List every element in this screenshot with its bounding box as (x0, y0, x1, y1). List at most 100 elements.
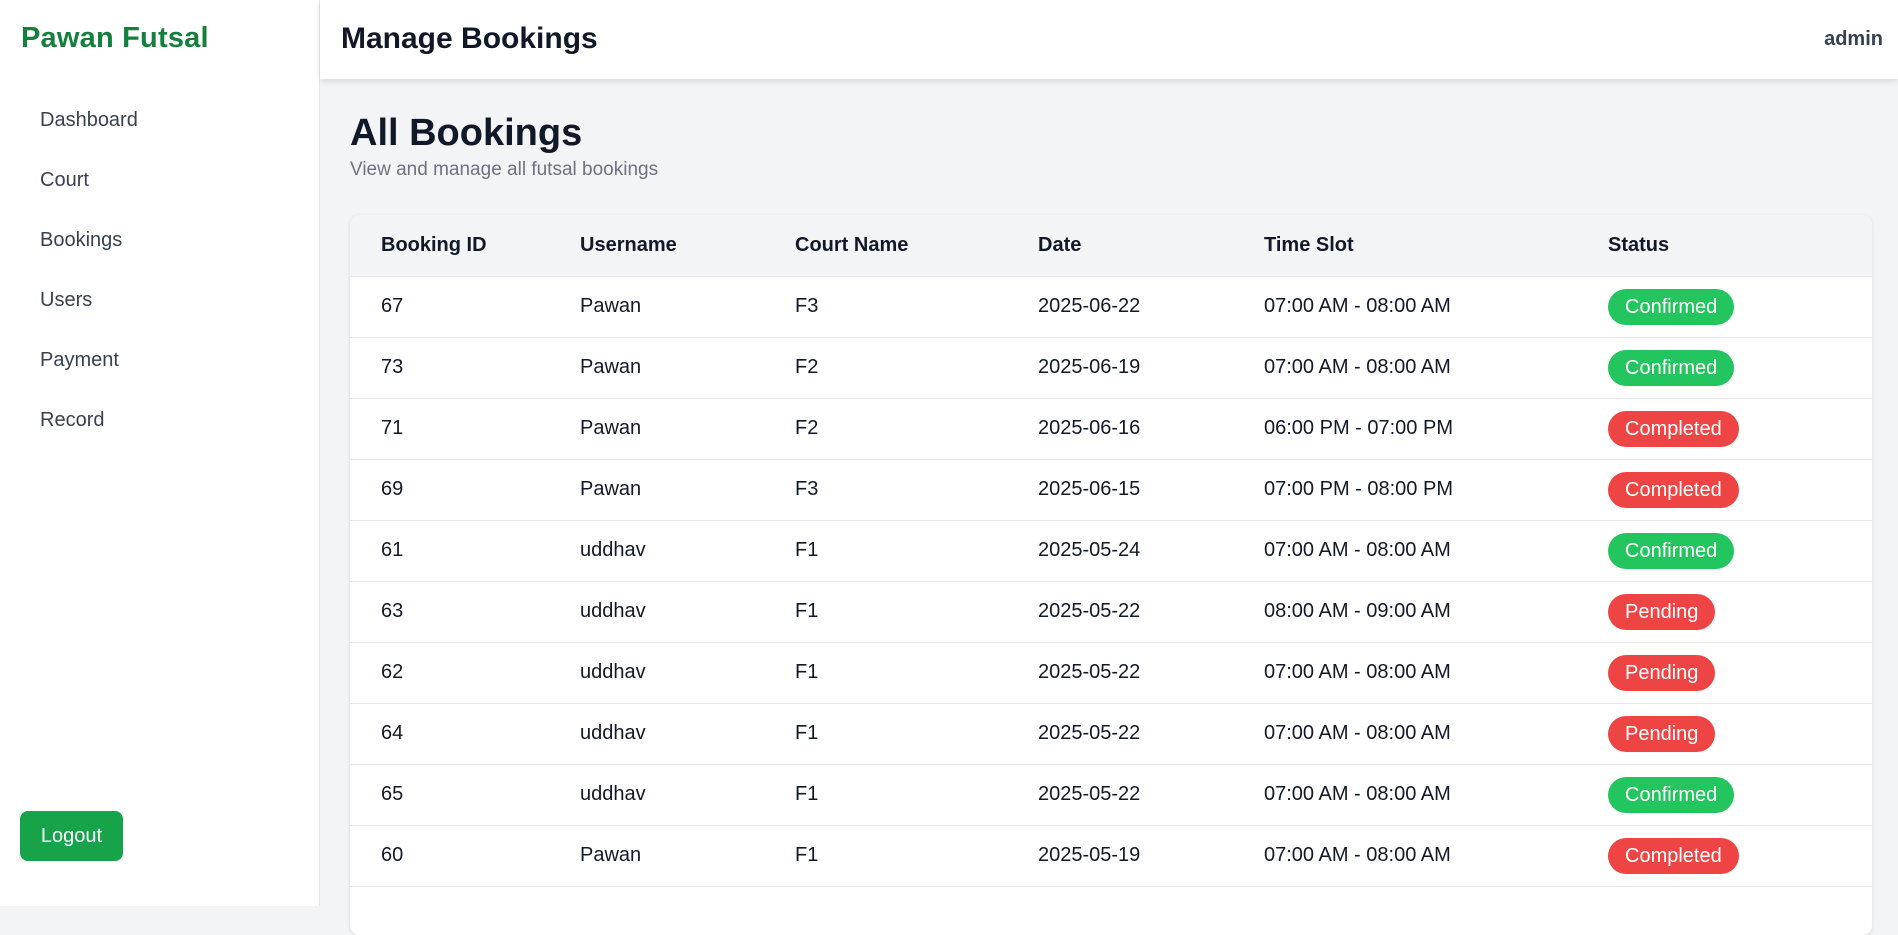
sidebar-item-bookings[interactable]: Bookings (20, 210, 300, 270)
cell-booking-id: 73 (350, 337, 580, 399)
cell-date: 2025-05-22 (1038, 581, 1264, 643)
sidebar: Pawan Futsal Dashboard Court Bookings Us… (0, 0, 320, 906)
cell-booking-id: 71 (350, 398, 580, 460)
cell-username: uddhav (580, 520, 795, 582)
cell-time-slot: 07:00 AM - 08:00 AM (1264, 337, 1608, 399)
cell-court-name: F1 (795, 825, 1038, 887)
cell-time-slot: 08:00 AM - 09:00 AM (1264, 581, 1608, 643)
cell-date: 2025-06-19 (1038, 337, 1264, 399)
cell-booking-id: 64 (350, 703, 580, 765)
cell-status: Confirmed (1608, 520, 1872, 582)
page-subtitle: View and manage all futsal bookings (350, 159, 659, 180)
table-row[interactable]: 63 uddhav F1 2025-05-22 08:00 AM - 09:00 AM P… (350, 581, 1872, 643)
table-row[interactable]: 73 Pawan F2 2025-06-19 07:00 AM - 08:00 AM Co… (350, 337, 1872, 399)
cell-court-name: F3 (795, 459, 1038, 521)
current-user-label[interactable]: admin (1824, 28, 1883, 51)
status-badge: Completed (1608, 837, 1739, 874)
cell-status: Pending (1608, 703, 1872, 765)
column-header-court-name: Court Name (795, 215, 1038, 277)
cell-username: Pawan (580, 825, 795, 887)
cell-username: Pawan (580, 337, 795, 399)
cell-status: Confirmed (1608, 337, 1872, 399)
cell-username: uddhav (580, 642, 795, 704)
cell-time-slot: 07:00 AM - 08:00 AM (1264, 703, 1608, 765)
cell-date: 2025-06-15 (1038, 459, 1264, 521)
status-badge: Confirmed (1608, 532, 1735, 569)
cell-username: uddhav (580, 703, 795, 765)
cell-court-name: F2 (795, 398, 1038, 460)
table-row[interactable]: 67 Pawan F3 2025-06-22 07:00 AM - 08:00 AM Co… (350, 276, 1872, 338)
status-badge: Confirmed (1608, 776, 1735, 813)
sidebar-item-payment[interactable]: Payment (20, 330, 300, 390)
cell-booking-id: 67 (350, 276, 580, 338)
table-row[interactable]: 71 Pawan F2 2025-06-16 06:00 PM - 07:00 PM Co… (350, 398, 1872, 460)
sidebar-item-record[interactable]: Record (20, 390, 300, 450)
cell-status: Pending (1608, 581, 1872, 643)
status-badge: Confirmed (1608, 349, 1735, 386)
cell-booking-id: 63 (350, 581, 580, 643)
cell-booking-id: 62 (350, 642, 580, 704)
bookings-table: Booking ID Username Court Name Date Time… (350, 215, 1872, 887)
main-content: All Bookings View and manage all futsal … (350, 108, 1872, 935)
cell-booking-id: 69 (350, 459, 580, 521)
cell-date: 2025-06-22 (1038, 276, 1264, 338)
cell-court-name: F1 (795, 764, 1038, 826)
cell-time-slot: 07:00 AM - 08:00 AM (1264, 642, 1608, 704)
cell-date: 2025-05-22 (1038, 642, 1264, 704)
cell-date: 2025-05-19 (1038, 825, 1264, 887)
cell-court-name: F1 (795, 703, 1038, 765)
top-header: Manage Bookings admin (320, 0, 1898, 79)
cell-date: 2025-05-24 (1038, 520, 1264, 582)
cell-booking-id: 61 (350, 520, 580, 582)
status-badge: Confirmed (1608, 288, 1735, 325)
cell-time-slot: 07:00 AM - 08:00 AM (1264, 276, 1608, 338)
cell-booking-id: 65 (350, 764, 580, 826)
column-header-booking-id: Booking ID (350, 215, 580, 277)
cell-time-slot: 06:00 PM - 07:00 PM (1264, 398, 1608, 460)
cell-username: uddhav (580, 581, 795, 643)
cell-time-slot: 07:00 AM - 08:00 AM (1264, 825, 1608, 887)
cell-status: Completed (1608, 825, 1872, 887)
column-header-date: Date (1038, 215, 1264, 277)
status-badge: Pending (1608, 654, 1716, 691)
table-row[interactable]: 61 uddhav F1 2025-05-24 07:00 AM - 08:00 AM C… (350, 520, 1872, 582)
status-badge: Pending (1608, 593, 1716, 630)
sidebar-item-dashboard[interactable]: Dashboard (20, 90, 300, 150)
bookings-table-card: Booking ID Username Court Name Date Time… (350, 215, 1872, 935)
brand-logo-text[interactable]: Pawan Futsal (21, 22, 209, 55)
cell-court-name: F2 (795, 337, 1038, 399)
column-header-status: Status (1608, 215, 1872, 277)
cell-status: Pending (1608, 642, 1872, 704)
cell-court-name: F1 (795, 520, 1038, 582)
header-title: Manage Bookings (341, 22, 598, 55)
cell-time-slot: 07:00 PM - 08:00 PM (1264, 459, 1608, 521)
sidebar-item-users[interactable]: Users (20, 270, 300, 330)
cell-court-name: F3 (795, 276, 1038, 338)
table-row[interactable]: 64 uddhav F1 2025-05-22 07:00 AM - 08:00 AM P… (350, 703, 1872, 765)
cell-username: Pawan (580, 276, 795, 338)
cell-time-slot: 07:00 AM - 08:00 AM (1264, 764, 1608, 826)
cell-status: Completed (1608, 459, 1872, 521)
table-row[interactable]: 60 Pawan F1 2025-05-19 07:00 AM - 08:00 AM Co… (350, 825, 1872, 887)
table-row[interactable]: 65 uddhav F1 2025-05-22 07:00 AM - 08:00 AM C… (350, 764, 1872, 826)
cell-date: 2025-05-22 (1038, 703, 1264, 765)
table-row[interactable]: 62 uddhav F1 2025-05-22 07:00 AM - 08:00 AM P… (350, 642, 1872, 704)
column-header-username: Username (580, 215, 795, 277)
cell-court-name: F1 (795, 642, 1038, 704)
cell-time-slot: 07:00 AM - 08:00 AM (1264, 520, 1608, 582)
status-badge: Pending (1608, 715, 1716, 752)
logout-button[interactable]: Logout (20, 811, 123, 861)
sidebar-item-court[interactable]: Court (20, 150, 300, 210)
cell-username: Pawan (580, 459, 795, 521)
table-row[interactable]: 69 Pawan F3 2025-06-15 07:00 PM - 08:00 PM Co… (350, 459, 1872, 521)
table-header-row: Booking ID Username Court Name Date Time… (350, 215, 1872, 277)
table-body: 67 Pawan F3 2025-06-22 07:00 AM - 08:00 AM Co… (350, 276, 1872, 887)
cell-court-name: F1 (795, 581, 1038, 643)
cell-status: Confirmed (1608, 276, 1872, 338)
sidebar-nav: Dashboard Court Bookings Users Payment R… (20, 90, 300, 450)
cell-date: 2025-05-22 (1038, 764, 1264, 826)
cell-status: Confirmed (1608, 764, 1872, 826)
cell-booking-id: 60 (350, 825, 580, 887)
cell-username: Pawan (580, 398, 795, 460)
status-badge: Completed (1608, 471, 1739, 508)
